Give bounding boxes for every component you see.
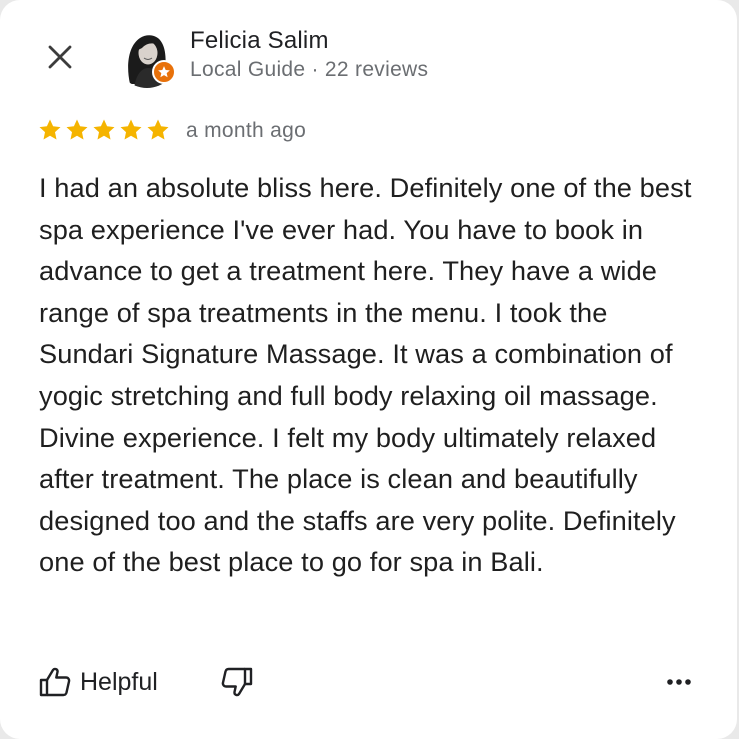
local-guide-star-icon [158, 66, 170, 78]
star-icon [39, 119, 61, 140]
reviewer-meta[interactable]: Local Guide · 22 reviews [190, 58, 428, 82]
close-icon [48, 45, 72, 69]
review-time: a month ago [186, 119, 307, 142]
thumbs-up-icon [39, 667, 71, 697]
star-icon [66, 119, 88, 140]
thumbs-down-icon [221, 667, 253, 697]
helpful-button[interactable]: Helpful [38, 664, 158, 700]
review-text: I had an absolute bliss here. Definitely… [39, 172, 692, 578]
star-icon [147, 119, 169, 140]
review-card: Felicia Salim Local Guide · 22 reviews a… [0, 0, 737, 739]
star-icon [120, 119, 142, 140]
helpful-label: Helpful [80, 667, 158, 696]
not-helpful-button[interactable] [218, 664, 256, 700]
close-button[interactable] [40, 37, 80, 77]
star-icon [93, 119, 115, 140]
star-rating [38, 118, 170, 142]
more-options-button[interactable] [664, 668, 694, 696]
local-guide-badge [152, 60, 176, 84]
more-horizontal-icon [667, 679, 691, 685]
reviewer-name[interactable]: Felicia Salim [190, 27, 329, 55]
